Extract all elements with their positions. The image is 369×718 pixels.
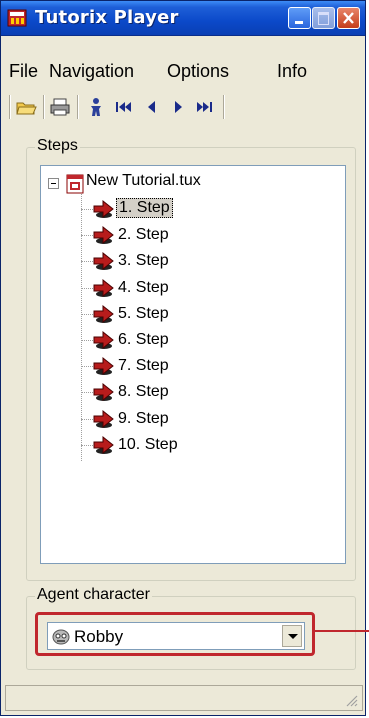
resize-grip-icon[interactable]: [344, 693, 358, 707]
first-step-icon[interactable]: [113, 96, 135, 118]
toolbar-separator: [9, 95, 11, 119]
agent-select-highlight: Robby: [35, 612, 315, 656]
step-arrow-icon: [93, 278, 114, 298]
menu-file[interactable]: File: [9, 61, 38, 82]
close-button[interactable]: [337, 7, 360, 29]
app-icon: [7, 9, 27, 27]
step-label: 7. Step: [118, 357, 169, 374]
app-window: Tutorix Player File Navigation Options I…: [0, 0, 366, 716]
status-bar: [5, 685, 363, 711]
step-arrow-icon: [93, 382, 114, 402]
close-icon: [343, 12, 354, 24]
title-bar[interactable]: Tutorix Player: [1, 1, 365, 36]
tree-root-label[interactable]: New Tutorial.tux: [86, 172, 201, 190]
agent-group: Agent character Robby: [26, 586, 356, 670]
agent-person-icon[interactable]: [85, 96, 107, 118]
tutorial-file-icon: [66, 174, 84, 194]
step-arrow-icon: [93, 435, 114, 455]
step-label: 4. Step: [118, 279, 169, 296]
step-arrow-icon: [93, 409, 114, 429]
toolbar-separator: [223, 95, 225, 119]
open-folder-icon[interactable]: [15, 96, 37, 118]
agent-group-label: Agent character: [35, 586, 152, 604]
toolbar: [9, 93, 349, 123]
step-arrow-icon: [93, 330, 114, 350]
callout-line: [312, 630, 369, 632]
step-label: 10. Step: [118, 436, 178, 453]
dropdown-arrow-button[interactable]: [282, 625, 302, 647]
step-label: 2. Step: [118, 226, 169, 243]
step-arrow-icon: [93, 304, 114, 324]
toolbar-separator: [77, 95, 79, 119]
next-step-icon[interactable]: [167, 96, 189, 118]
steps-group-label: Steps: [35, 137, 80, 155]
previous-step-icon[interactable]: [141, 96, 163, 118]
step-label: 8. Step: [118, 383, 169, 400]
step-label: 3. Step: [118, 252, 169, 269]
menu-navigation[interactable]: Navigation: [49, 61, 134, 82]
robot-icon: [52, 629, 70, 645]
menu-options[interactable]: Options: [167, 61, 229, 82]
window-title: Tutorix Player: [35, 7, 179, 28]
steps-group: Steps New Tutorial.tux 1. Step 2. Step 3. …: [26, 137, 356, 581]
tree-collapse-toggle[interactable]: [48, 178, 59, 189]
step-label: 1. Step: [116, 198, 173, 218]
menu-info[interactable]: Info: [277, 61, 307, 82]
minimize-button[interactable]: [288, 7, 311, 29]
last-step-icon[interactable]: [193, 96, 215, 118]
toolbar-separator: [43, 95, 45, 119]
agent-select-value: Robby: [74, 627, 124, 646]
step-label: 9. Step: [118, 410, 169, 427]
maximize-button[interactable]: [312, 7, 335, 29]
step-arrow-icon: [93, 251, 114, 271]
menu-bar: File Navigation Options Info: [1, 36, 365, 88]
print-icon[interactable]: [49, 96, 71, 118]
step-arrow-icon: [93, 199, 114, 219]
step-arrow-icon: [93, 356, 114, 376]
step-arrow-icon: [93, 225, 114, 245]
step-label: 6. Step: [118, 331, 169, 348]
step-label: 5. Step: [118, 305, 169, 322]
steps-tree[interactable]: New Tutorial.tux 1. Step 2. Step 3. Step 4.…: [40, 165, 346, 564]
agent-character-select[interactable]: Robby: [47, 622, 305, 650]
